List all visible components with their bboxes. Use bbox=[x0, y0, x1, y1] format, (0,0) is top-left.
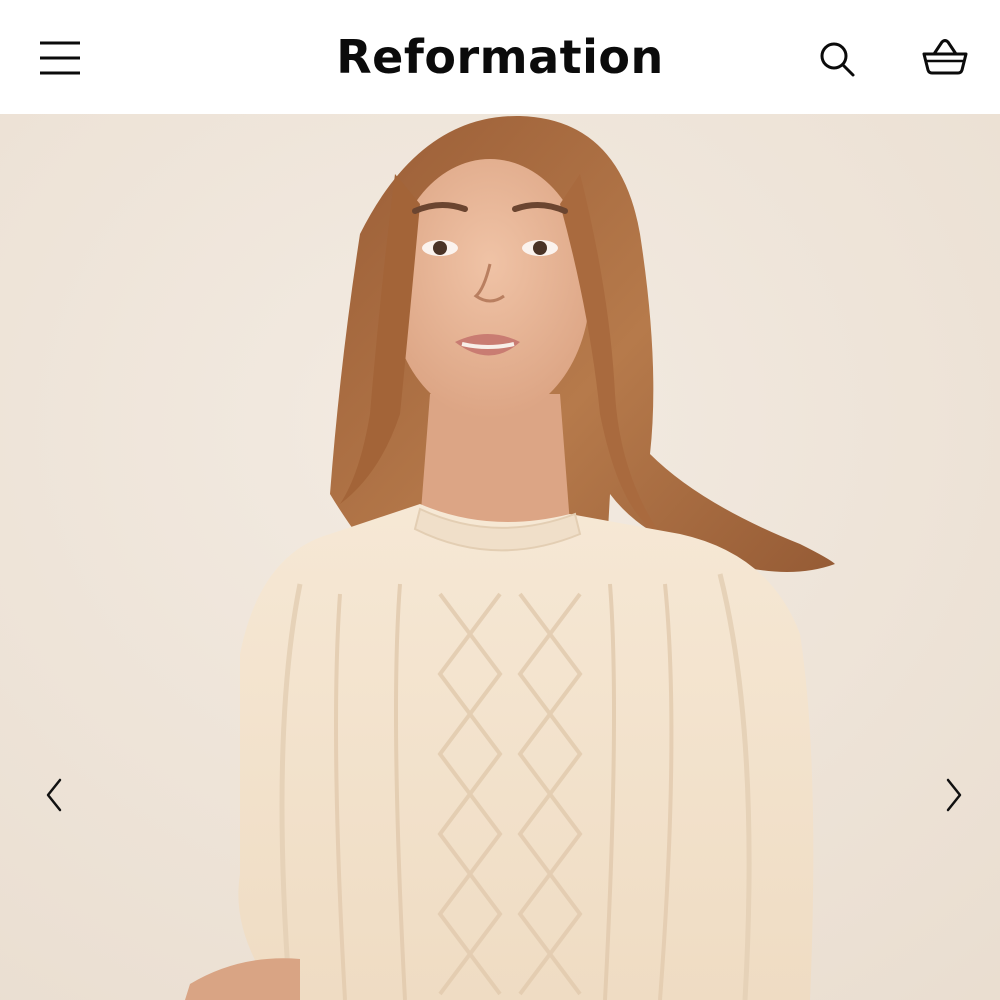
chevron-right-icon bbox=[946, 778, 962, 812]
hamburger-menu-icon bbox=[40, 41, 80, 75]
carousel-prev-button[interactable] bbox=[32, 768, 76, 822]
product-image-carousel[interactable] bbox=[0, 114, 1000, 1000]
shopping-basket-icon bbox=[922, 39, 968, 75]
menu-button[interactable] bbox=[36, 36, 84, 80]
chevron-left-icon bbox=[46, 778, 62, 812]
site-header: Reformation bbox=[0, 0, 1000, 114]
product-photo bbox=[0, 114, 1000, 1000]
search-button[interactable] bbox=[814, 36, 860, 82]
search-icon bbox=[820, 42, 855, 77]
carousel-next-button[interactable] bbox=[932, 768, 976, 822]
cart-button[interactable] bbox=[918, 34, 972, 82]
